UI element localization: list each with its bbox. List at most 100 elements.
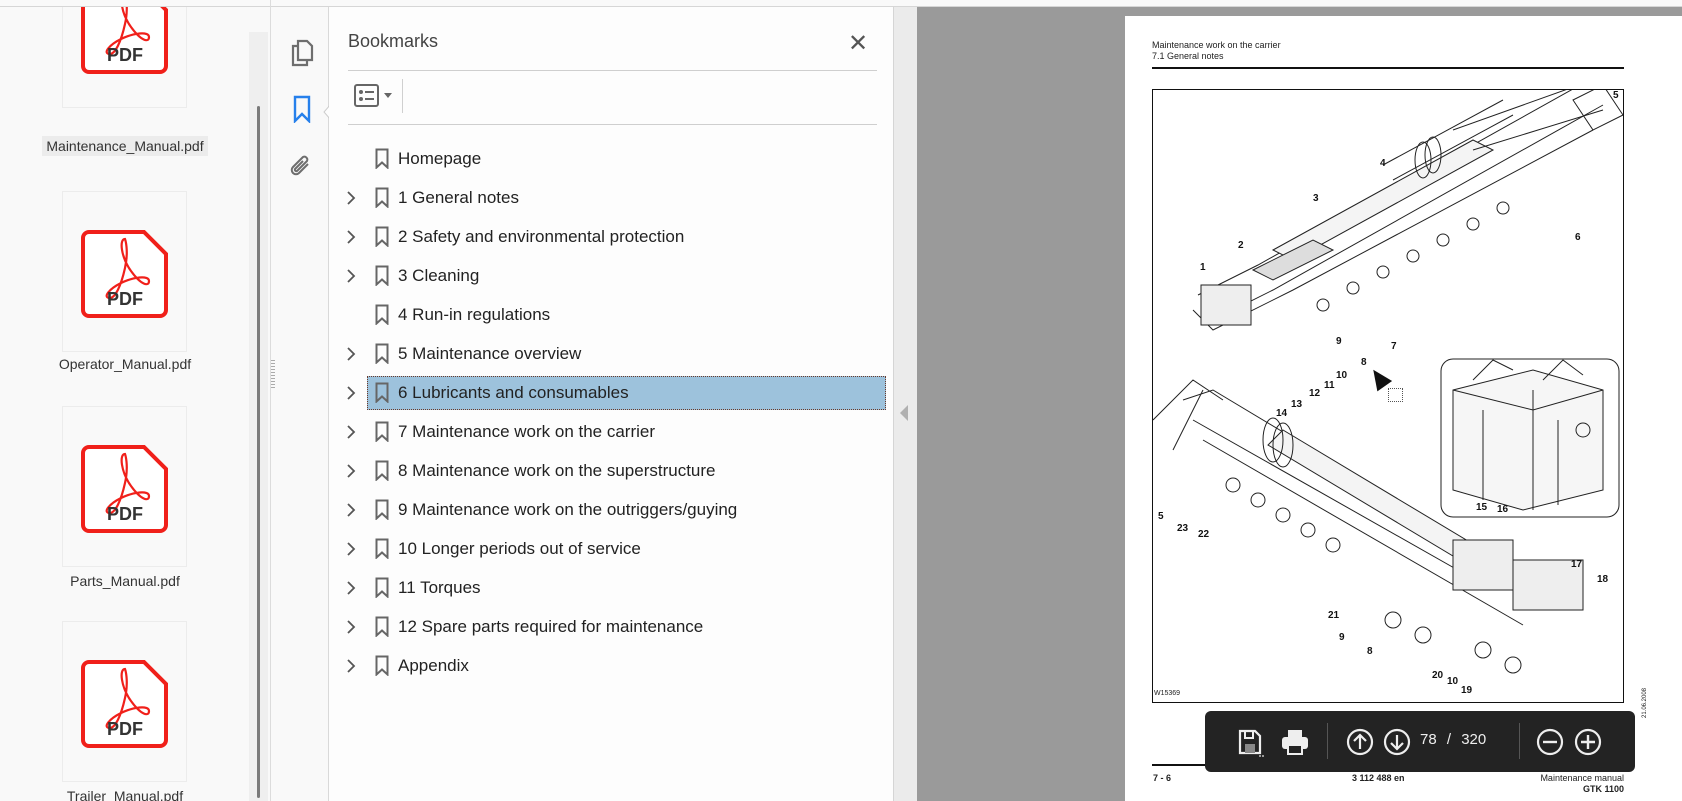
chevron-right-icon[interactable] bbox=[344, 462, 358, 480]
chevron-right-icon[interactable] bbox=[344, 228, 358, 246]
bookmark-item[interactable]: 10 Longer periods out of service bbox=[344, 532, 886, 566]
close-icon[interactable]: ✕ bbox=[848, 29, 868, 57]
pdf-icon-label: PDF bbox=[107, 504, 143, 524]
pdf-file-icon: PDF bbox=[81, 660, 168, 748]
toolbar-separator bbox=[402, 79, 403, 113]
chevron-right-icon[interactable] bbox=[344, 267, 358, 285]
figure-callout: 7 bbox=[1391, 341, 1397, 352]
bookmark-icon[interactable] bbox=[289, 95, 315, 123]
bookmark-item[interactable]: 6 Lubricants and consumables bbox=[344, 376, 886, 410]
file-name-text: Parts_Manual.pdf bbox=[70, 573, 180, 589]
chevron-right-icon[interactable] bbox=[344, 618, 358, 636]
page-header-chapter: Maintenance work on the carrier bbox=[1152, 40, 1281, 50]
bookmark-label: 9 Maintenance work on the outriggers/guy… bbox=[398, 500, 738, 519]
chevron-right-icon[interactable] bbox=[344, 384, 358, 402]
file-name[interactable]: Operator_Manual.pdf bbox=[0, 356, 250, 372]
figure-callout: 22 bbox=[1198, 529, 1210, 540]
pdf-icon-label: PDF bbox=[107, 719, 143, 739]
file-thumbnail[interactable]: PDF bbox=[62, 406, 187, 567]
figure-callout: 15 bbox=[1476, 502, 1488, 513]
bookmarks-panel: Bookmarks ✕ Homepage 1 General notes 2 Saf… bbox=[329, 7, 894, 801]
bookmark-label: Homepage bbox=[398, 149, 482, 168]
file-name-text: Maintenance_Manual.pdf bbox=[42, 136, 208, 156]
figure-callout: 2 bbox=[1238, 240, 1244, 251]
page-header-section: 7.1 General notes bbox=[1152, 51, 1224, 61]
figure-callout: 10 bbox=[1336, 370, 1348, 381]
collapse-arrow-icon bbox=[900, 405, 908, 421]
figure-callout: 9 bbox=[1339, 632, 1345, 643]
attachment-icon[interactable] bbox=[289, 153, 315, 181]
file-thumbnail[interactable]: PDF bbox=[62, 191, 187, 352]
file-name-text: Trailer_Manual.pdf bbox=[66, 788, 184, 801]
figure-callout: 5 bbox=[1613, 90, 1619, 101]
bookmark-item[interactable]: 12 Spare parts required for maintenance bbox=[344, 610, 886, 644]
bookmark-item[interactable]: 5 Maintenance overview bbox=[344, 337, 886, 371]
divider bbox=[348, 70, 877, 71]
previous-page-icon[interactable] bbox=[1345, 727, 1375, 757]
bookmark-item[interactable]: 11 Torques bbox=[344, 571, 886, 605]
bookmark-item[interactable]: Appendix bbox=[344, 649, 886, 683]
chevron-right-icon[interactable] bbox=[344, 657, 358, 675]
pages-icon[interactable] bbox=[289, 39, 315, 67]
bookmark-options-icon[interactable] bbox=[354, 84, 400, 110]
chevron-right-icon[interactable] bbox=[344, 579, 358, 597]
chevron-right-icon[interactable] bbox=[344, 501, 358, 519]
bookmark-item[interactable]: 8 Maintenance work on the superstructure bbox=[344, 454, 886, 488]
side-date: 21.06.2008 bbox=[1642, 687, 1649, 719]
bookmark-label: 3 Cleaning bbox=[398, 266, 480, 285]
bookmarks-title: Bookmarks bbox=[348, 31, 439, 51]
bookmark-item[interactable]: 3 Cleaning bbox=[344, 259, 886, 293]
bookmark-item[interactable]: 4 Run-in regulations bbox=[344, 298, 886, 332]
bookmark-icon bbox=[375, 499, 389, 520]
page-separator: / bbox=[1446, 731, 1452, 748]
figure-callout: 1 bbox=[1200, 262, 1206, 273]
figure-callout: 4 bbox=[1380, 158, 1386, 169]
bookmark-item[interactable]: 9 Maintenance work on the outriggers/guy… bbox=[344, 493, 886, 527]
pdf-file-icon: PDF bbox=[81, 445, 168, 533]
file-list-scroll-thumb[interactable] bbox=[257, 106, 260, 798]
page-indicator: 78 / 320 bbox=[1420, 731, 1486, 748]
figure-callout: 17 bbox=[1571, 559, 1583, 570]
floating-page-toolbar: 78 / 320 bbox=[1205, 711, 1635, 772]
chevron-right-icon[interactable] bbox=[344, 189, 358, 207]
figure-callout: 9 bbox=[1336, 336, 1342, 347]
collapse-panel-handle[interactable] bbox=[894, 7, 917, 801]
pdf-icon-label: PDF bbox=[107, 289, 143, 309]
footer-doc-number: 3 112 488 en bbox=[1352, 773, 1405, 783]
file-name[interactable]: Trailer_Manual.pdf bbox=[0, 788, 250, 801]
bookmark-item[interactable]: 7 Maintenance work on the carrier bbox=[344, 415, 886, 449]
file-list-panel: PDF Maintenance_Manual.pdf PDF Operator_… bbox=[0, 7, 270, 801]
bookmark-icon bbox=[375, 655, 389, 676]
figure-callout: 23 bbox=[1177, 523, 1189, 534]
file-name[interactable]: Maintenance_Manual.pdf bbox=[0, 136, 250, 156]
bookmark-label: 6 Lubricants and consumables bbox=[398, 383, 629, 402]
current-page-input[interactable]: 78 bbox=[1420, 731, 1437, 748]
zoom-in-icon[interactable] bbox=[1573, 727, 1603, 757]
figure-callout: 5 bbox=[1158, 511, 1164, 522]
figure-callout: 13 bbox=[1291, 399, 1303, 410]
tools-rail bbox=[275, 7, 331, 801]
chevron-right-icon[interactable] bbox=[344, 345, 358, 363]
file-name[interactable]: Parts_Manual.pdf bbox=[0, 573, 250, 589]
print-icon[interactable] bbox=[1280, 727, 1310, 757]
bookmark-item[interactable]: 1 General notes bbox=[344, 181, 886, 215]
bookmark-icon bbox=[375, 187, 389, 208]
toolbar-separator bbox=[1519, 723, 1520, 759]
bookmark-label: 7 Maintenance work on the carrier bbox=[398, 422, 656, 441]
figure-callout: 14 bbox=[1276, 408, 1288, 419]
file-thumbnail[interactable]: PDF bbox=[62, 7, 187, 108]
chevron-right-icon[interactable] bbox=[344, 540, 358, 558]
bookmark-icon bbox=[375, 460, 389, 481]
chevron-right-icon[interactable] bbox=[344, 423, 358, 441]
bookmark-label: 5 Maintenance overview bbox=[398, 344, 582, 363]
bookmark-item[interactable]: Homepage bbox=[344, 142, 886, 176]
figure-callout: 20 bbox=[1432, 670, 1444, 681]
bookmark-item[interactable]: 2 Safety and environmental protection bbox=[344, 220, 886, 254]
save-icon[interactable] bbox=[1235, 727, 1265, 757]
header-rule bbox=[1152, 67, 1624, 69]
zoom-out-icon[interactable] bbox=[1535, 727, 1565, 757]
file-thumbnail[interactable]: PDF bbox=[62, 621, 187, 782]
figure-callout: 11 bbox=[1324, 380, 1335, 391]
next-page-icon[interactable] bbox=[1382, 727, 1412, 757]
bookmark-icon bbox=[375, 538, 389, 559]
